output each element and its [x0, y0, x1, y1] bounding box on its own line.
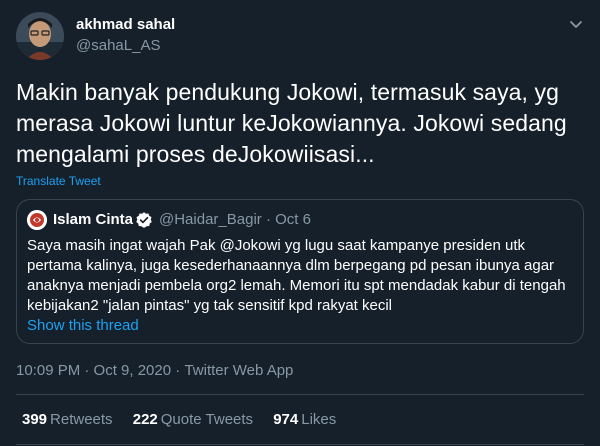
meta-separator: ·: [171, 362, 185, 379]
divider: [16, 394, 584, 395]
author-avatar[interactable]: [16, 12, 64, 60]
author-name[interactable]: akhmad sahal: [76, 16, 175, 33]
quoted-author-avatar: [27, 210, 47, 230]
quote-tweets-stat[interactable]: 222 Quote Tweets: [133, 411, 253, 428]
quote-tweets-count: 222: [132, 411, 158, 428]
quote-tweets-label: Quote Tweets: [160, 411, 254, 428]
likes-count: 974: [273, 411, 299, 428]
chevron-down-icon[interactable]: [566, 14, 586, 34]
author-handle[interactable]: @sahaL_AS: [76, 37, 160, 54]
translate-tweet-link[interactable]: Translate Tweet: [16, 174, 101, 188]
retweets-stat[interactable]: 399 Retweets: [22, 411, 113, 428]
quoted-author-name: Islam Cinta: [53, 211, 134, 228]
tweet-timestamp[interactable]: 10:09 PM · Oct 9, 2020: [16, 362, 171, 379]
quoted-text: Saya masih ingat wajah Pak @Jokowi yg lu…: [27, 237, 566, 314]
tweet-text: Makin banyak pendukung Jokowi, termasuk …: [16, 79, 567, 167]
show-thread-link[interactable]: Show this thread: [27, 317, 139, 334]
tweet-meta: 10:09 PM · Oct 9, 2020 · Twitter Web App: [16, 362, 293, 379]
quoted-tweet[interactable]: Islam Cinta @Haidar_Bagir · Oct 6 Saya m…: [16, 199, 584, 344]
likes-label: Likes: [301, 411, 337, 428]
tweet-client[interactable]: Twitter Web App: [184, 362, 293, 379]
divider: [16, 444, 584, 445]
tweet-detail: akhmad sahal @sahaL_AS Makin banyak pend…: [0, 0, 600, 446]
retweets-count: 399: [22, 411, 48, 428]
retweets-label: Retweets: [50, 411, 113, 428]
verified-badge-icon: [135, 211, 153, 229]
likes-stat[interactable]: 974 Likes: [273, 411, 336, 428]
quoted-handle-date: @Haidar_Bagir · Oct 6: [159, 211, 311, 228]
tweet-stats: 399 Retweets 222 Quote Tweets 974 Likes: [22, 411, 352, 428]
